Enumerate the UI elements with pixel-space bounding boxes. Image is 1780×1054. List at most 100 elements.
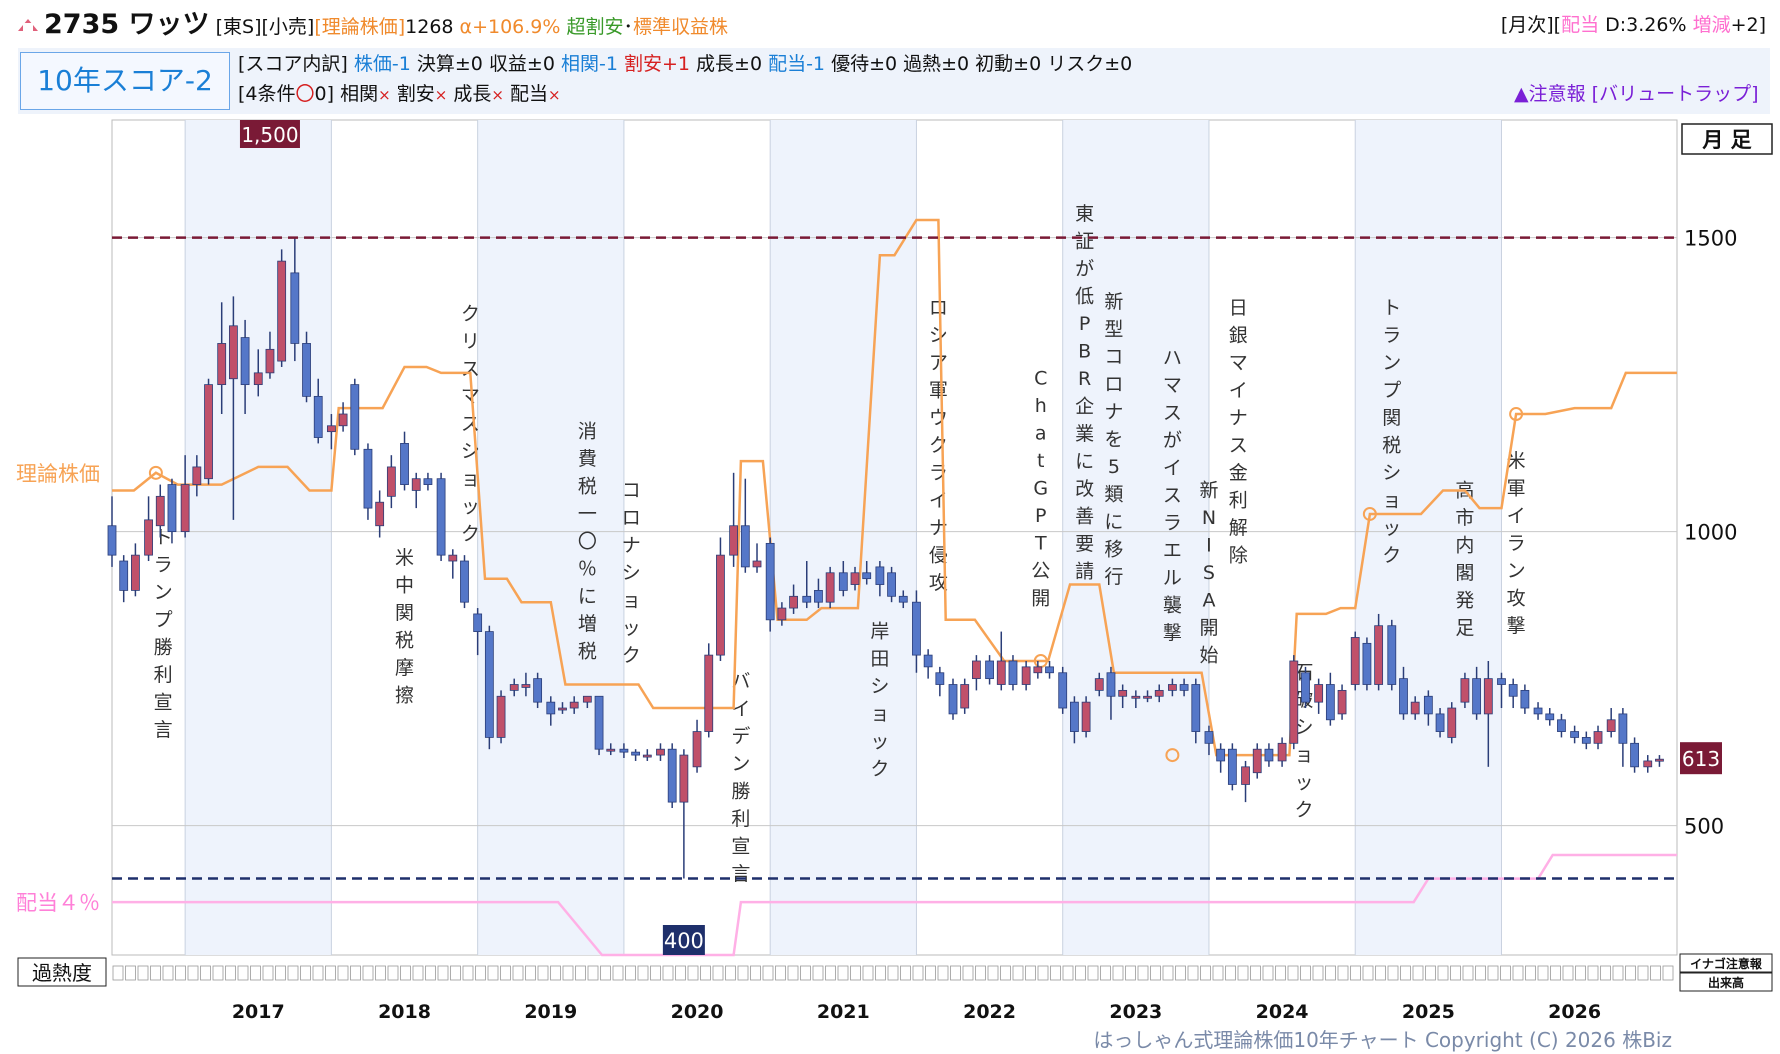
overheat-cell	[1062, 965, 1074, 981]
candle-body	[192, 466, 202, 485]
candle-body	[825, 572, 835, 603]
volume-label: 出来高	[1708, 975, 1744, 990]
candle	[1289, 655, 1299, 750]
candle-body	[1557, 719, 1566, 732]
candle-body	[912, 601, 921, 656]
overheat-cell	[350, 965, 361, 981]
event-char: 勝	[154, 636, 173, 658]
candle-body	[972, 660, 981, 680]
candle	[1447, 702, 1457, 744]
x-tick-label: 2025	[1402, 1001, 1455, 1023]
event-char: エ	[1163, 540, 1182, 562]
event-char: ロ	[929, 297, 948, 319]
overheat-cell	[1525, 965, 1536, 981]
candle-body	[350, 384, 360, 450]
event-char: 中	[395, 574, 414, 596]
overheat-cell	[137, 965, 149, 981]
event-char: 利	[731, 808, 750, 830]
candle-body	[546, 701, 556, 715]
candle-body	[1497, 678, 1506, 685]
event-char: 除	[1229, 545, 1248, 567]
candle-body	[1191, 684, 1201, 732]
candle-body	[862, 572, 872, 580]
event-char: 費	[578, 448, 597, 470]
candle-body	[265, 348, 275, 374]
candle-body	[131, 554, 140, 591]
candle-body	[1154, 689, 1164, 697]
overheat-cell	[837, 965, 849, 981]
candle-body	[948, 684, 958, 715]
event-char: 勝	[731, 780, 750, 802]
candle-body	[155, 495, 165, 527]
candle-body	[619, 748, 629, 753]
overheat-cell	[1162, 965, 1174, 981]
candle-body	[1630, 742, 1639, 768]
candle-body	[1593, 731, 1603, 744]
candle-body	[569, 701, 579, 709]
overheat-cell	[262, 965, 274, 981]
candle-body	[558, 707, 567, 711]
event-char: a	[1035, 423, 1047, 445]
candle-body	[716, 554, 725, 656]
candle-body	[228, 325, 238, 380]
candle-body	[1350, 637, 1360, 685]
overheat-cell	[1025, 965, 1036, 981]
event-char: 内	[1455, 534, 1474, 556]
event-char: 移	[1104, 539, 1123, 561]
overheat-cell	[1337, 965, 1349, 981]
overheat-cell	[1487, 965, 1499, 981]
overheat-cell	[1175, 965, 1186, 981]
candle-body	[1570, 731, 1580, 738]
event-char: ラ	[1507, 532, 1526, 554]
overheat-cell	[1187, 965, 1199, 981]
event-char: G	[1033, 478, 1048, 500]
event-char: ロ	[1104, 374, 1123, 396]
overheat-cell	[1512, 965, 1524, 981]
event-char: マ	[1229, 352, 1248, 374]
event-char: 摩	[395, 657, 414, 679]
event-char: プ	[1382, 380, 1401, 402]
overheat-cell	[1362, 965, 1374, 981]
event-char: 市	[1455, 507, 1474, 529]
overheat-cell	[1087, 965, 1099, 981]
overheat-cell	[975, 965, 986, 981]
high-label: 1,500	[241, 123, 298, 147]
event-char: ク	[929, 435, 948, 457]
year-band	[1355, 120, 1502, 955]
overheat-cell	[1587, 965, 1599, 981]
overheat-cell	[112, 965, 124, 981]
event-char: に	[1075, 450, 1094, 472]
candle-body	[1435, 713, 1445, 732]
candle-body	[1643, 760, 1653, 768]
overheat-cell	[912, 965, 924, 981]
year-band	[770, 120, 917, 955]
event-char: ス	[1163, 402, 1182, 424]
event-char: ン	[154, 581, 173, 603]
year-band	[185, 120, 332, 955]
candle	[204, 378, 213, 485]
event-char: ク	[622, 644, 641, 666]
candle-body	[1252, 748, 1262, 774]
event-char: R	[1078, 368, 1091, 390]
x-tick-label: 2023	[1109, 1001, 1162, 1023]
overheat-cell	[225, 965, 236, 981]
event-char: 言	[731, 863, 750, 885]
event-char: 発	[1455, 589, 1474, 611]
event-char: デ	[731, 725, 750, 747]
event-annotation: 新型コロナを 5 類に移行	[1104, 291, 1123, 588]
candle-body	[240, 337, 250, 386]
event-char: シ	[622, 562, 641, 584]
overheat-cell	[900, 965, 911, 981]
candle-body	[740, 525, 750, 568]
overheat-cell	[1112, 965, 1124, 981]
event-annotation: ハマスがイスラエル襲撃	[1163, 347, 1182, 644]
candle-body	[667, 748, 677, 803]
overheat-cell	[687, 965, 699, 981]
event-char: 改	[1075, 478, 1094, 500]
event-char: 5	[1108, 456, 1120, 478]
overheat-cell	[200, 965, 211, 981]
overheat-cell	[800, 965, 811, 981]
overheat-cell	[675, 965, 686, 981]
event-char: ナ	[1229, 407, 1248, 429]
event-char: 言	[154, 719, 173, 741]
